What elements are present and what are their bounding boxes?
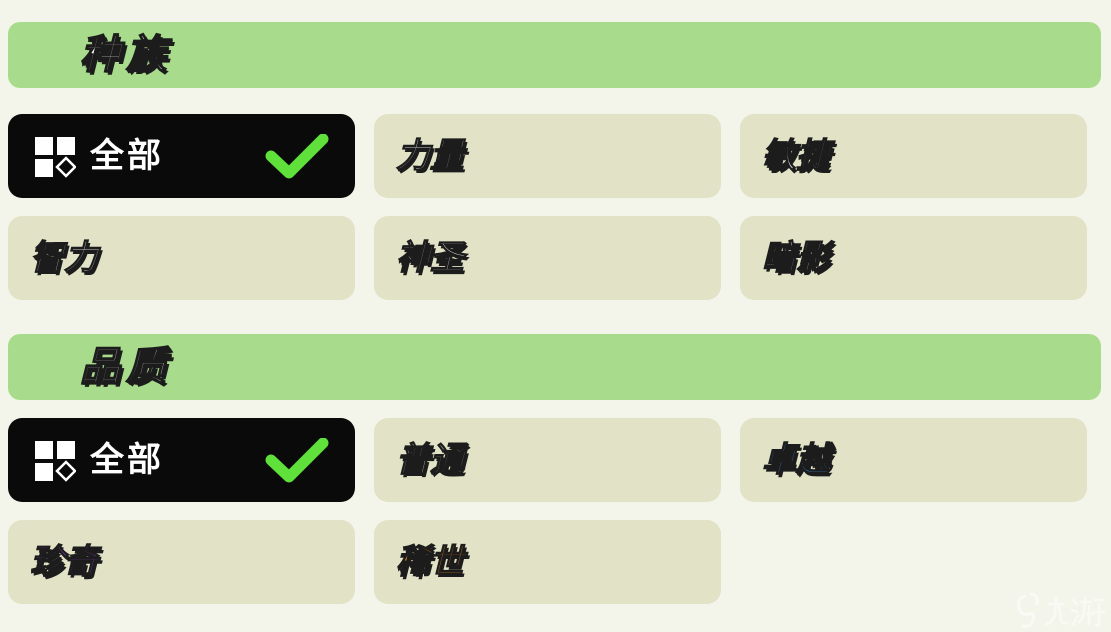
race-filter-strength-label: 力量 <box>395 135 464 176</box>
race-filter-intelligence-button[interactable]: 智力 <box>8 216 355 300</box>
quality-filter-common-button[interactable]: 普通 <box>374 418 721 502</box>
grid-icon <box>35 441 76 482</box>
quality-filter-all-button[interactable]: 全部 <box>8 418 355 502</box>
quality-filter-rare-label: 珍奇 <box>29 541 98 582</box>
race-filter-holy-button[interactable]: 神圣 <box>374 216 721 300</box>
race-filter-all-button[interactable]: 全部 <box>8 114 355 198</box>
quality-filter-all-label: 全部 <box>90 440 164 480</box>
quality-filter-excellent-button[interactable]: 卓越 <box>740 418 1087 502</box>
quality-section-title: 品质 <box>79 343 172 391</box>
quality-filter-excellent-label: 卓越 <box>761 439 830 480</box>
race-section-header: 种族 <box>8 22 1101 88</box>
quality-filter-rare-button[interactable]: 珍奇 <box>8 520 355 604</box>
race-filter-agility-label: 敏捷 <box>761 135 830 176</box>
race-filter-strength-button[interactable]: 力量 <box>374 114 721 198</box>
race-section-title: 种族 <box>79 31 172 79</box>
race-filter-agility-button[interactable]: 敏捷 <box>740 114 1087 198</box>
quality-section-header: 品质 <box>8 334 1101 400</box>
quality-filter-common-label: 普通 <box>395 439 464 480</box>
jiuyou-logo-icon <box>1017 592 1106 628</box>
race-filter-shadow-button[interactable]: 暗影 <box>740 216 1087 300</box>
race-filter-shadow-label: 暗影 <box>761 237 830 278</box>
quality-filter-legendary-label: 稀世 <box>395 541 464 582</box>
grid-icon <box>35 137 76 178</box>
race-filter-all-label: 全部 <box>90 136 164 176</box>
check-icon <box>265 134 329 179</box>
race-filter-intelligence-label: 智力 <box>29 237 98 278</box>
quality-filter-legendary-button[interactable]: 稀世 <box>374 520 721 604</box>
race-filter-holy-label: 神圣 <box>395 237 464 278</box>
check-icon <box>265 438 329 483</box>
